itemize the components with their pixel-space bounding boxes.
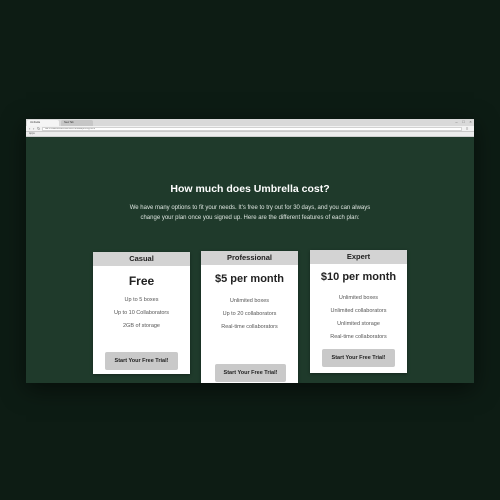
plan-feature: Unlimited collaborators bbox=[330, 308, 387, 314]
plan-card-professional: Professional $5 per month Unlimited boxe… bbox=[201, 251, 298, 383]
maximize-icon[interactable]: □ bbox=[461, 120, 466, 124]
plan-name: Casual bbox=[93, 252, 190, 266]
plan-feature: Unlimited storage bbox=[337, 321, 380, 327]
plan-name: Professional bbox=[201, 251, 298, 265]
plan-feature: Up to 10 Collaborators bbox=[113, 310, 170, 316]
plan-feature: Real-time collaborators bbox=[330, 334, 387, 340]
pricing-section: How much does Umbrella cost? We have man… bbox=[26, 137, 474, 383]
plan-card-expert: Expert $10 per month Unlimited boxes Unl… bbox=[310, 250, 407, 373]
plan-card-casual: Casual Free Up to 5 boxes Up to 10 Colla… bbox=[93, 252, 190, 374]
plan-feature: Unlimited boxes bbox=[338, 295, 379, 301]
url-input[interactable]: file:///Users/Documents/Umbrella/pricing… bbox=[42, 127, 462, 131]
plan-feature: Up to 20 collaborators bbox=[222, 311, 277, 317]
plan-price: $5 per month bbox=[214, 273, 285, 285]
start-trial-button[interactable]: Start Your Free Trial! bbox=[215, 364, 286, 382]
plan-price: Free bbox=[128, 274, 155, 288]
plan-feature: Up to 5 boxes bbox=[124, 297, 159, 303]
plan-feature: Real-time collaborators bbox=[221, 324, 278, 330]
browser-window: Umbrella New Tab – □ × ‹ › ↻ file:///Use… bbox=[26, 119, 474, 383]
start-trial-button[interactable]: Start Your Free Trial! bbox=[105, 352, 178, 370]
minimize-icon[interactable]: – bbox=[454, 120, 459, 124]
start-trial-button[interactable]: Start Your Free Trial! bbox=[322, 349, 395, 367]
plan-feature: Unlimited boxes bbox=[229, 298, 270, 304]
page-title: How much does Umbrella cost? bbox=[170, 183, 330, 195]
plan-feature: 2GB of storage bbox=[123, 323, 160, 329]
intro-text: We have many options to fit your needs. … bbox=[129, 205, 371, 221]
plan-price: $10 per month bbox=[320, 271, 397, 283]
plan-name: Expert bbox=[310, 250, 407, 264]
tab-bar: Umbrella New Tab – □ × bbox=[26, 119, 474, 126]
close-icon[interactable]: × bbox=[468, 120, 473, 124]
